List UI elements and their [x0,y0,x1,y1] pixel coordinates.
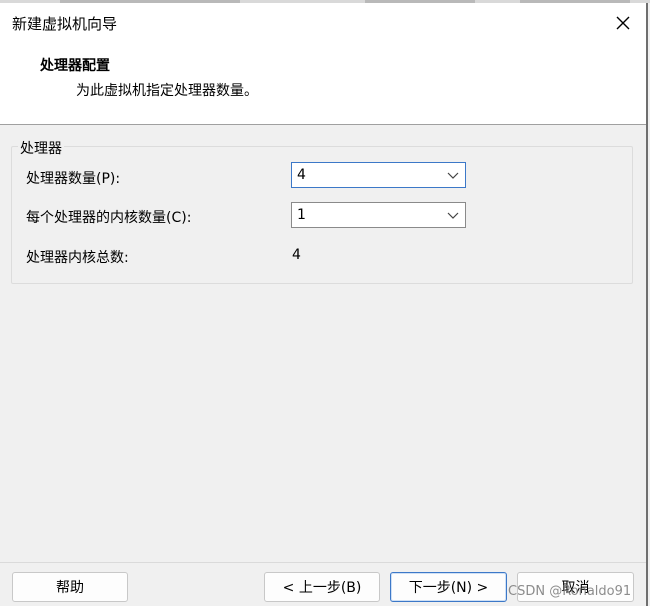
processor-count-value: 4 [297,167,306,183]
back-button[interactable]: < 上一步(B) [264,572,380,602]
title-bar: 新建虚拟机向导 [0,3,646,43]
page-subtitle: 为此虚拟机指定处理器数量。 [76,83,258,99]
next-button[interactable]: 下一步(N) > [390,572,507,602]
processor-count-select[interactable]: 4 [291,162,466,188]
chevron-down-icon [447,212,459,219]
cores-per-processor-value: 1 [297,207,306,223]
page-title: 处理器配置 [40,58,110,74]
wizard-header: 处理器配置 为此虚拟机指定处理器数量。 [0,43,646,125]
processor-count-label: 处理器数量(P): [26,171,121,187]
close-icon [616,16,630,30]
chevron-down-icon [447,172,459,179]
total-cores-label: 处理器内核总数: [26,250,129,266]
watermark: CSDN @Ronaldo91 [508,584,632,599]
wizard-window: 新建虚拟机向导 处理器配置 为此虚拟机指定处理器数量。 处理器 处理器数量(P)… [0,0,650,606]
help-button[interactable]: 帮助 [12,572,128,602]
total-cores-value: 4 [292,247,301,263]
footer-divider [0,562,646,563]
processor-group-legend: 处理器 [18,138,64,158]
cores-per-processor-select[interactable]: 1 [291,202,466,228]
close-button[interactable] [606,7,640,39]
window-title: 新建虚拟机向导 [12,15,118,33]
cores-per-processor-label: 每个处理器的内核数量(C): [26,210,192,226]
